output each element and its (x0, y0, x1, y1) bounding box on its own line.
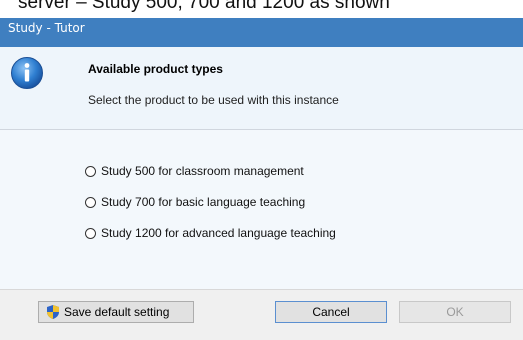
header-title: Available product types (88, 62, 223, 76)
radio-button[interactable] (85, 165, 96, 177)
option-label: Study 1200 for advanced language teachin… (101, 226, 336, 240)
product-type-dialog: Study - Tutor Available product types Se… (0, 18, 523, 340)
dialog-header: Available product types Select the produ… (0, 47, 523, 129)
window-title: Study - Tutor (8, 21, 85, 35)
option-study-700[interactable]: Study 700 for basic language teaching (85, 193, 305, 211)
radio-button[interactable] (85, 227, 96, 239)
cancel-button[interactable]: Cancel (275, 301, 387, 323)
save-default-label: Save default setting (64, 305, 170, 319)
save-default-button[interactable]: Save default setting (38, 301, 194, 323)
radio-button[interactable] (85, 196, 96, 208)
option-label: Study 500 for classroom management (101, 164, 304, 178)
info-icon (11, 57, 43, 89)
option-label: Study 700 for basic language teaching (101, 195, 306, 209)
ok-label: OK (446, 305, 464, 319)
ok-button[interactable]: OK (399, 301, 511, 323)
option-study-500[interactable]: Study 500 for classroom management (85, 162, 304, 180)
header-subtitle: Select the product to be used with this … (88, 93, 339, 107)
dialog-footer: Save default setting Cancel OK (0, 290, 523, 340)
option-study-1200[interactable]: Study 1200 for advanced language teachin… (85, 224, 336, 242)
window-titlebar[interactable]: Study - Tutor (0, 18, 523, 47)
options-area: Study 500 for classroom management Study… (0, 130, 523, 289)
shield-icon (47, 305, 59, 319)
caption-text: server – Study 500, 700 and 1200 as show… (18, 0, 390, 13)
cancel-label: Cancel (312, 305, 350, 319)
